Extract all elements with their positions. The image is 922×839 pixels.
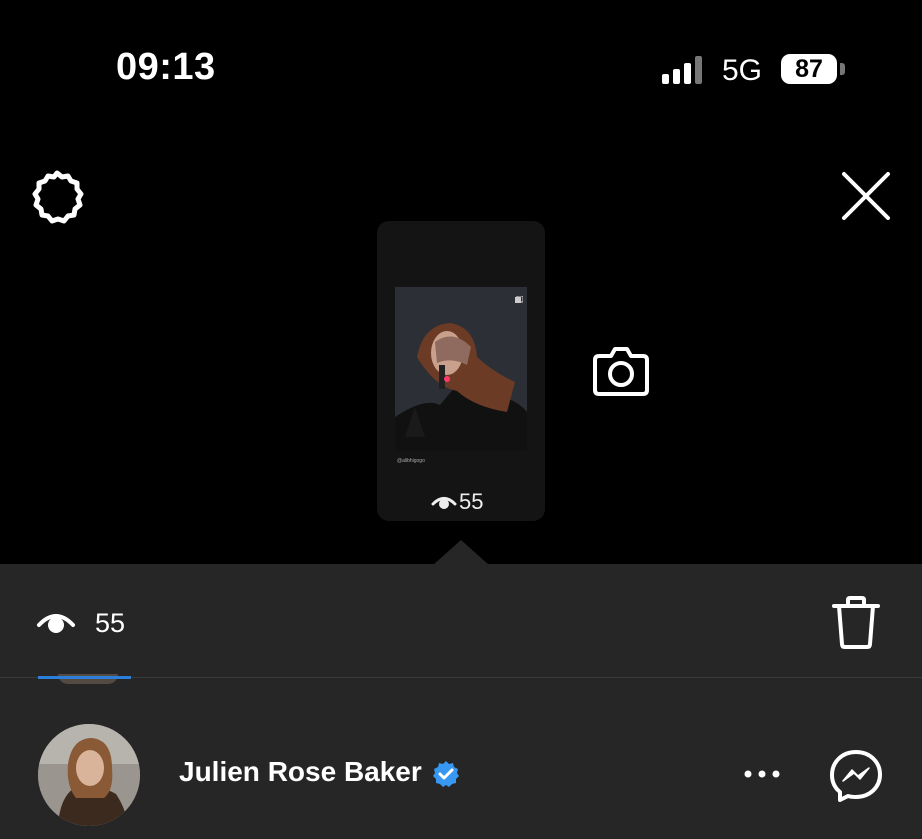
close-icon[interactable] xyxy=(838,168,894,224)
multiple-media-icon xyxy=(515,291,524,303)
story-view-count: 55 xyxy=(431,489,483,515)
viewer-name[interactable]: Julien Rose Baker xyxy=(179,756,422,788)
network-type: 5G xyxy=(722,54,763,87)
more-options-icon[interactable] xyxy=(742,760,782,788)
messenger-icon[interactable] xyxy=(828,748,884,804)
panel-pointer xyxy=(433,540,489,565)
camera-icon[interactable] xyxy=(591,342,651,400)
story-preview[interactable]: @alibhigogo 55 xyxy=(377,221,545,521)
views-tab-indicator xyxy=(38,676,131,679)
viewers-panel xyxy=(0,564,922,839)
battery-level: 87 xyxy=(781,54,837,84)
avatar[interactable] xyxy=(38,724,140,826)
eye-icon xyxy=(431,497,457,509)
signal-strength-icon xyxy=(662,56,708,84)
story-caption: @alibhigogo xyxy=(397,458,425,464)
divider xyxy=(0,677,922,678)
battery-cap xyxy=(840,63,845,75)
gear-icon[interactable] xyxy=(28,168,86,226)
verified-badge-icon xyxy=(432,760,460,788)
trash-icon[interactable] xyxy=(830,594,882,650)
status-time: 09:13 xyxy=(116,46,216,88)
views-eye-icon xyxy=(36,605,76,639)
views-count[interactable]: 55 xyxy=(95,608,125,639)
story-image xyxy=(395,287,527,451)
story-view-number: 55 xyxy=(459,489,484,514)
